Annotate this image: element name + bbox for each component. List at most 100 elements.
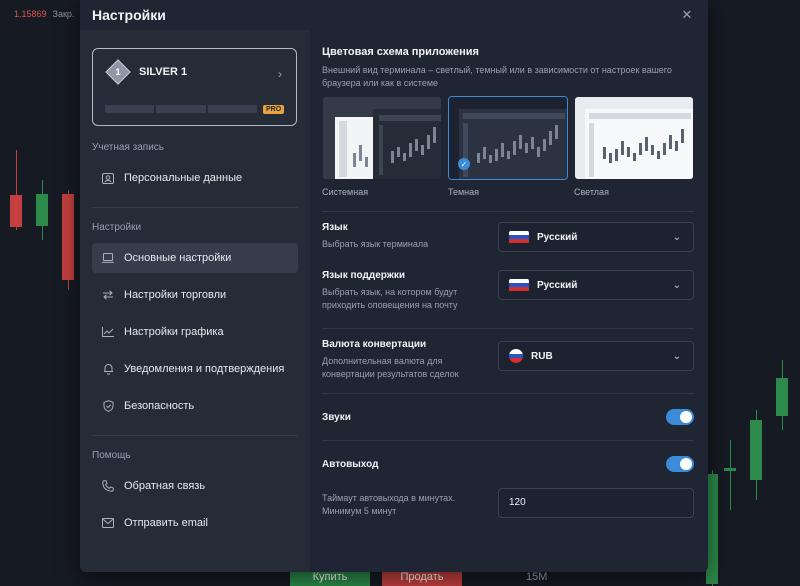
status-card[interactable]: 1 SILVER 1 › PRO xyxy=(92,48,297,126)
background-price: 1.15869 xyxy=(14,9,47,19)
status-progress-bar xyxy=(105,105,257,113)
chevron-down-icon: ⌄ xyxy=(672,279,681,291)
close-button[interactable]: ✕ xyxy=(678,6,696,24)
background-candle xyxy=(776,360,788,430)
sidebar-item-personal-data[interactable]: Персональные данные xyxy=(92,163,298,193)
status-name: SILVER 1 xyxy=(139,66,188,78)
settings-sidebar: 1 SILVER 1 › PRO Учетная запись Персонал… xyxy=(80,30,310,572)
divider xyxy=(322,440,694,441)
sidebar-item-send-email[interactable]: Отправить email xyxy=(92,508,298,538)
account-section-label: Учетная запись xyxy=(92,142,165,153)
settings-modal: Настройки ✕ 1 SILVER 1 › PRO Учетная зап… xyxy=(80,0,708,572)
theme-option-system[interactable]: Системная xyxy=(322,96,442,197)
sidebar-item-general-settings[interactable]: Основные настройки xyxy=(92,243,298,273)
autologout-setting: Автовыход xyxy=(322,451,694,477)
modal-title: Настройки xyxy=(92,7,166,23)
help-section-label: Помощь xyxy=(92,450,131,461)
currency-title: Валюта конвертации xyxy=(322,339,427,350)
theme-options: Системная ✓ Темная Светлая xyxy=(322,96,694,197)
theme-preview-system xyxy=(322,96,442,180)
sidebar-item-security[interactable]: Безопасность xyxy=(92,391,298,421)
theme-preview-dark: ✓ xyxy=(448,96,568,180)
support-language-select[interactable]: Русский ⌄ xyxy=(498,270,694,300)
timeout-input[interactable]: 120 xyxy=(498,487,694,518)
divider xyxy=(322,393,694,394)
language-value: Русский xyxy=(537,231,578,243)
sidebar-item-notifications[interactable]: Уведомления и подтверждения xyxy=(92,354,298,384)
close-icon: ✕ xyxy=(681,7,693,22)
theme-label: Системная xyxy=(322,187,369,197)
laptop-icon xyxy=(102,252,114,264)
arrows-icon xyxy=(102,289,114,301)
support-language-subtitle: Выбрать язык, на котором будут приходить… xyxy=(322,287,458,310)
sounds-title: Звуки xyxy=(322,411,351,423)
theme-option-light[interactable]: Светлая xyxy=(574,96,694,197)
theme-label: Светлая xyxy=(574,187,609,197)
settings-section-label: Настройки xyxy=(92,222,142,233)
support-language-setting: Язык поддержки Выбрать язык, на котором … xyxy=(322,270,694,312)
id-card-icon xyxy=(102,172,114,184)
bell-icon xyxy=(102,363,114,375)
pro-badge: PRO xyxy=(263,105,285,114)
currency-select[interactable]: RUB ⌄ xyxy=(498,341,694,371)
phone-icon xyxy=(102,480,114,492)
theme-option-dark[interactable]: ✓ Темная xyxy=(448,96,568,197)
background-candle xyxy=(62,190,74,290)
language-setting: Язык Выбрать язык терминала Русский ⌄ xyxy=(322,222,694,252)
sounds-setting: Звуки xyxy=(322,404,694,430)
divider xyxy=(322,328,694,329)
sounds-toggle[interactable] xyxy=(666,409,694,425)
sidebar-item-label: Персональные данные xyxy=(124,172,243,184)
chart-icon xyxy=(102,326,114,338)
sidebar-item-label: Настройки торговли xyxy=(124,289,227,301)
autologout-toggle[interactable] xyxy=(666,456,694,472)
modal-header: Настройки ✕ xyxy=(80,0,708,30)
sidebar-item-label: Основные настройки xyxy=(124,252,232,264)
settings-main-panel: Цветовая схема приложения Внешний вид те… xyxy=(310,30,708,572)
background-price-label: Закр. xyxy=(52,9,75,19)
language-subtitle: Выбрать язык терминала xyxy=(322,239,429,249)
sidebar-item-label: Уведомления и подтверждения xyxy=(124,363,285,375)
timeframe-label[interactable]: 15М xyxy=(526,571,547,583)
sidebar-item-label: Обратная связь xyxy=(124,480,206,492)
sidebar-item-trading-settings[interactable]: Настройки торговли xyxy=(92,280,298,310)
sidebar-item-label: Безопасность xyxy=(124,400,195,412)
sidebar-item-feedback[interactable]: Обратная связь xyxy=(92,471,298,501)
background-candle xyxy=(724,440,736,510)
modal-content: 1 SILVER 1 › PRO Учетная запись Персонал… xyxy=(80,30,708,572)
russia-flag-icon xyxy=(509,230,529,244)
sidebar-divider xyxy=(92,207,298,208)
background-price-bar: 1.15869 Закр. xyxy=(0,0,80,28)
chevron-down-icon: ⌄ xyxy=(672,231,681,243)
currency-setting: Валюта конвертации Дополнительная валюта… xyxy=(322,339,694,381)
currency-value: RUB xyxy=(531,350,553,362)
status-level: 1 xyxy=(115,67,121,77)
sidebar-item-label: Настройки графика xyxy=(124,326,224,338)
language-title: Язык xyxy=(322,222,348,233)
mail-icon xyxy=(102,517,114,529)
background-candle xyxy=(36,180,48,240)
timeout-subtitle: Таймаут автовыхода в минутах. Минимум 5 … xyxy=(322,493,456,516)
chevron-right-icon: › xyxy=(278,67,282,81)
language-select[interactable]: Русский ⌄ xyxy=(498,222,694,252)
timeout-setting: Таймаут автовыхода в минутах. Минимум 5 … xyxy=(322,487,694,518)
russia-flag-icon xyxy=(509,278,529,292)
shield-icon xyxy=(102,400,114,412)
divider xyxy=(322,211,694,212)
chevron-down-icon: ⌄ xyxy=(672,350,681,362)
theme-subtitle: Внешний вид терминала – светлый, темный … xyxy=(322,65,672,88)
background-candle xyxy=(10,150,22,230)
checkmark-icon: ✓ xyxy=(458,158,470,170)
theme-title: Цветовая схема приложения xyxy=(322,46,479,58)
autologout-title: Автовыход xyxy=(322,458,379,470)
russia-flag-icon xyxy=(509,349,523,363)
theme-preview-light xyxy=(574,96,694,180)
level-diamond-icon: 1 xyxy=(105,59,131,85)
sidebar-item-label: Отправить email xyxy=(124,517,208,529)
support-language-title: Язык поддержки xyxy=(322,270,405,281)
currency-subtitle: Дополнительная валюта для конвертации ре… xyxy=(322,356,459,379)
background-candle xyxy=(750,410,762,500)
theme-label: Темная xyxy=(448,187,480,197)
support-language-value: Русский xyxy=(537,279,578,291)
sidebar-item-chart-settings[interactable]: Настройки графика xyxy=(92,317,298,347)
